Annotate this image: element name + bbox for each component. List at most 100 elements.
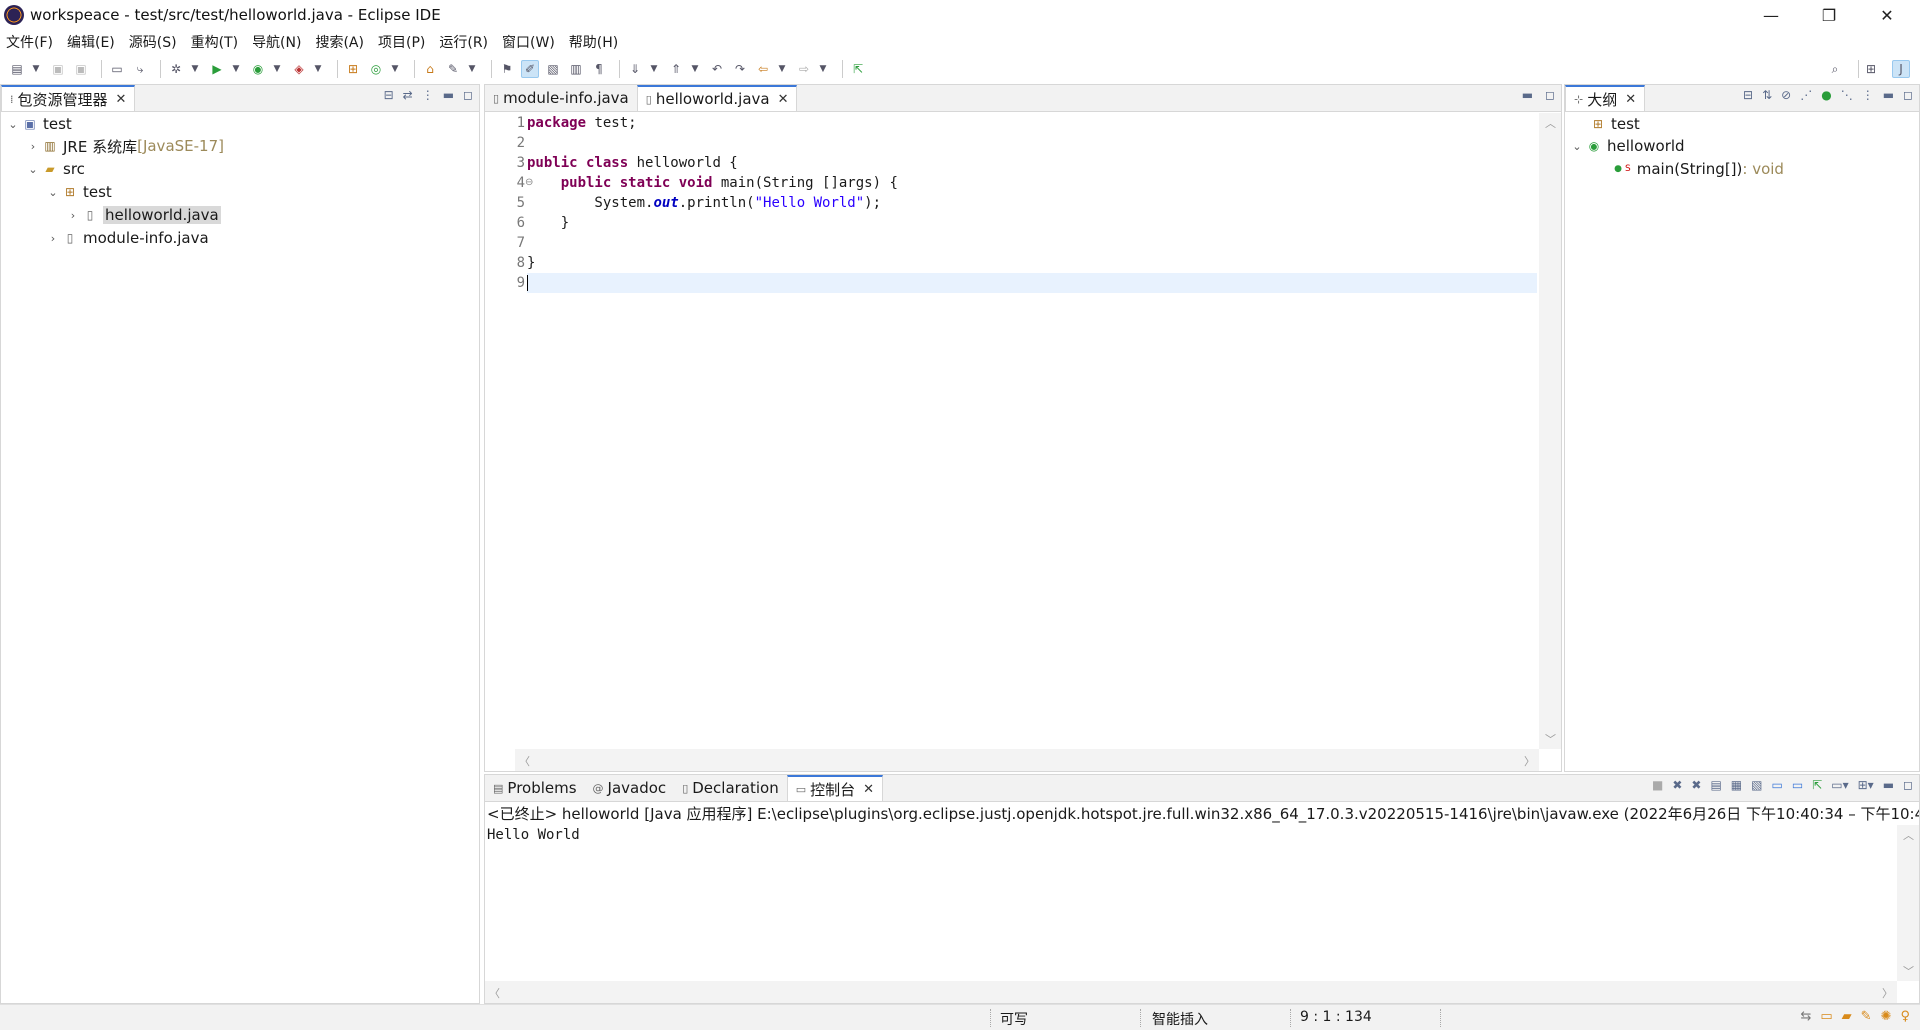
code-area[interactable]: 1 2 3 4 ⊖ 5 6 7 8 9 package test; public… [485,113,1561,771]
menu-file[interactable]: 文件(F) [6,32,61,52]
open-console-icon[interactable]: ⊞▾ [1858,778,1874,792]
terminal-icon[interactable]: ▭ [108,60,126,78]
debug-dropdown-icon[interactable]: ▼ [190,60,200,78]
menu-run[interactable]: 运行(R) [439,32,496,52]
scroll-left-icon[interactable]: 〈 [489,985,500,1001]
run-icon[interactable]: ▶ [208,60,226,78]
menu-source[interactable]: 源码(S) [129,32,185,52]
new-class-icon[interactable]: ◎ [367,60,385,78]
tab-module-info[interactable]: ▯ module-info.java [485,85,637,111]
tree-item-module-info[interactable]: › ▯ module-info.java [45,227,209,249]
pin-editor-icon[interactable]: ⇱ [849,60,867,78]
scroll-up-icon[interactable]: ︿ [1545,115,1556,131]
collapsed-twisty-icon[interactable]: › [45,232,61,245]
scroll-left-icon[interactable]: 〈 [519,753,530,769]
tasks-icon[interactable]: ▰ [1842,1009,1852,1024]
outline-item-package[interactable]: ⊞ test [1589,113,1640,135]
show-whitespace-icon[interactable]: ¶ [590,60,608,78]
external-tools-dropdown-icon[interactable]: ▼ [313,60,323,78]
menu-help[interactable]: 帮助(H) [569,32,626,52]
tree-item-helloworld-java[interactable]: › ▯ helloworld.java [65,204,221,226]
run-dropdown-icon[interactable]: ▼ [231,60,241,78]
console-vertical-scrollbar[interactable]: ︿ ﹀ [1897,825,1919,981]
view-menu-icon[interactable]: ⋮ [1862,88,1874,102]
new-dropdown-icon[interactable]: ▼ [31,60,41,78]
forward-dropdown-icon[interactable]: ▼ [818,60,828,78]
expanded-twisty-icon[interactable]: ⌄ [1569,140,1585,153]
next-annotation-icon[interactable]: ⇓ [626,60,644,78]
back-dropdown-icon[interactable]: ▼ [777,60,787,78]
word-wrap-icon[interactable]: ▧ [1751,778,1762,792]
word-wrap-icon[interactable]: ▥ [567,60,585,78]
collapse-all-icon[interactable]: ⊟ [384,88,394,102]
external-tools-icon[interactable]: ◈ [290,60,308,78]
status-insert-mode[interactable]: 智能插入 [1152,1009,1208,1029]
minimize-icon[interactable]: ▬ [1883,88,1894,102]
java-perspective-icon[interactable]: J [1892,60,1910,78]
skip-breakpoints-icon[interactable]: ⤷ [131,60,149,78]
menu-refactor[interactable]: 重构(T) [191,32,246,52]
remove-all-launches-icon[interactable]: ✖ [1691,778,1701,792]
last-edit-icon[interactable]: ↶ [708,60,726,78]
maximize-icon[interactable]: ◻ [1903,778,1913,792]
save-all-icon[interactable]: ▣ [72,60,90,78]
tab-outline[interactable]: ⊹ 大纲 ✕ [1565,85,1646,111]
terminate-icon[interactable]: ■ [1652,778,1663,792]
back-history-icon[interactable]: ↷ [731,60,749,78]
search-tool-icon[interactable]: ✎ [444,60,462,78]
tab-declaration[interactable]: ▯ Declaration [674,775,787,801]
pin-console-icon[interactable]: ⇱ [1812,778,1822,792]
display-console-icon[interactable]: ▭▾ [1831,778,1848,792]
tab-javadoc[interactable]: @ Javadoc [585,775,675,801]
restore-button[interactable]: ❐ [1800,0,1858,30]
close-icon[interactable]: ✕ [863,782,874,797]
hide-static-icon[interactable]: ⋰ [1800,88,1812,102]
console-output[interactable]: Hello World [487,827,580,843]
forward-icon[interactable]: ⇨ [795,60,813,78]
edit-icon[interactable]: ✎ [1861,1009,1872,1024]
minimize-icon[interactable]: ▬ [1883,778,1894,792]
show-on-stderr-icon[interactable]: ▭ [1792,778,1803,792]
menu-search[interactable]: 搜索(A) [315,32,372,52]
tab-package-explorer[interactable]: ⁞ 包资源管理器 ✕ [1,85,136,111]
prev-annotation-dropdown-icon[interactable]: ▼ [690,60,700,78]
coverage-dropdown-icon[interactable]: ▼ [272,60,282,78]
menu-project[interactable]: 项目(P) [378,32,433,52]
close-window-button[interactable]: ✕ [1858,0,1916,30]
coverage-icon[interactable]: ◉ [249,60,267,78]
search-tool-dropdown-icon[interactable]: ▼ [467,60,477,78]
search-icon[interactable]: ⌕ [1826,60,1844,78]
prev-annotation-icon[interactable]: ⇑ [667,60,685,78]
back-icon[interactable]: ⇦ [754,60,772,78]
toggle-breadcrumb-icon[interactable]: ⚑ [498,60,516,78]
scroll-right-icon[interactable]: 〉 [1882,985,1893,1001]
new-class-dropdown-icon[interactable]: ▼ [390,60,400,78]
close-icon[interactable]: ✕ [1625,92,1636,107]
collapse-all-icon[interactable]: ⊟ [1743,88,1753,102]
status-cursor-position[interactable]: 9 : 1 : 134 [1300,1009,1372,1025]
mark-occurrences-icon[interactable]: ✐ [521,60,539,78]
tree-item-jre[interactable]: › ▥ JRE 系统库 [JavaSE-17] [25,135,224,157]
open-perspective-icon[interactable]: ⊞ [1862,60,1880,78]
menu-edit[interactable]: 编辑(E) [67,32,123,52]
settings-icon[interactable]: ✺ [1881,1009,1892,1024]
hide-non-public-icon[interactable]: ● [1821,88,1831,102]
scroll-right-icon[interactable]: 〉 [1524,753,1535,769]
next-annotation-dropdown-icon[interactable]: ▼ [649,60,659,78]
save-icon[interactable]: ▣ [49,60,67,78]
tip-bulb-icon[interactable]: ♀ [1900,1009,1910,1024]
tab-problems[interactable]: ▤ Problems [485,775,585,801]
menu-window[interactable]: 窗口(W) [502,32,563,52]
minimize-icon[interactable]: ▬ [1522,88,1533,102]
show-on-stdout-icon[interactable]: ▭ [1771,778,1782,792]
new-icon[interactable]: ▤ [8,60,26,78]
minimize-icon[interactable]: ▬ [443,88,454,102]
block-selection-icon[interactable]: ▧ [544,60,562,78]
bookmarks-icon[interactable]: ▭ [1820,1009,1832,1024]
hide-local-types-icon[interactable]: ⋱ [1841,88,1853,102]
sort-icon[interactable]: ⇅ [1762,88,1772,102]
close-icon[interactable]: ✕ [116,92,127,107]
tree-item-package-test[interactable]: ⌄ ⊞ test [45,181,111,203]
minimize-button[interactable]: — [1742,0,1800,30]
close-icon[interactable]: ✕ [778,92,789,107]
